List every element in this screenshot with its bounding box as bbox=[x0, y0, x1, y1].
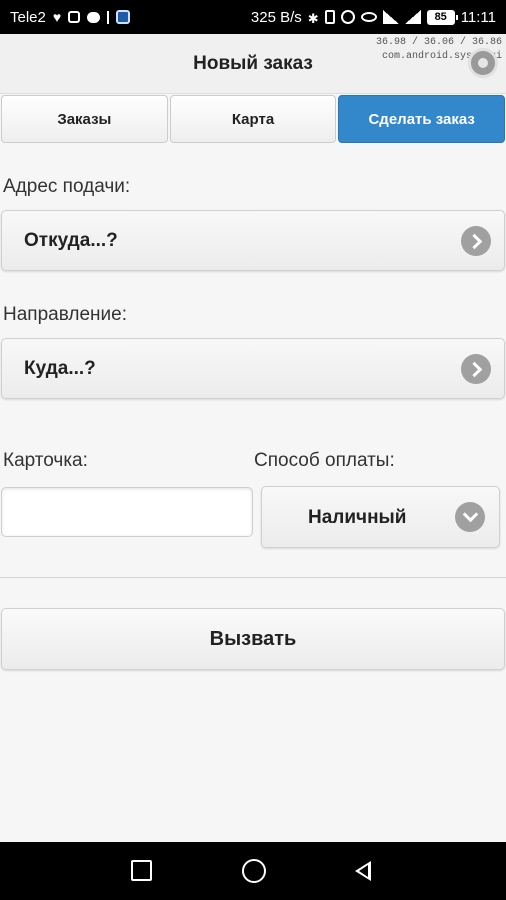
payment-label: Способ оплаты: bbox=[254, 450, 395, 471]
tab-map[interactable]: Карта bbox=[169, 95, 337, 143]
divider bbox=[0, 577, 506, 578]
battery-icon: 85 bbox=[426, 9, 458, 25]
usb-icon bbox=[107, 10, 110, 24]
payment-method-select[interactable]: Наличный bbox=[261, 486, 500, 548]
destination-value: Куда...? bbox=[24, 358, 96, 379]
card-label: Карточка: bbox=[3, 450, 88, 471]
pickup-label: Адрес подачи: bbox=[3, 176, 131, 197]
payment-method-value: Наличный bbox=[308, 507, 407, 528]
vibrate-icon bbox=[324, 10, 335, 24]
status-bar: Tele2 ♥ 325 B/s ✱ 85 11:11 bbox=[0, 0, 506, 34]
alarm-icon bbox=[340, 10, 355, 24]
heart-icon: ♥ bbox=[52, 8, 62, 25]
app-notification-icon bbox=[116, 10, 131, 24]
recent-apps-icon[interactable] bbox=[131, 860, 152, 881]
chevron-down-icon bbox=[455, 502, 485, 532]
card-input[interactable] bbox=[1, 487, 253, 537]
destination-picker[interactable]: Куда...? bbox=[1, 338, 505, 399]
navigation-bar bbox=[0, 842, 506, 900]
call-button[interactable]: Вызвать bbox=[1, 608, 505, 670]
clock: 11:11 bbox=[460, 8, 496, 26]
carrier-label: Tele2 bbox=[10, 8, 46, 26]
pickup-picker[interactable]: Откуда...? bbox=[1, 210, 505, 271]
home-icon[interactable] bbox=[242, 859, 266, 883]
destination-label: Направление: bbox=[3, 304, 127, 325]
net-speed: 325 B/s bbox=[250, 8, 302, 26]
cpu-overlay-line1: 36.98 / 36.06 / 36.86 bbox=[375, 37, 502, 48]
signal-icon bbox=[404, 10, 421, 24]
bluetooth-icon: ✱ bbox=[307, 10, 319, 26]
chevron-right-icon bbox=[461, 226, 491, 256]
eye-comfort-icon bbox=[360, 12, 377, 22]
chevron-right-icon bbox=[461, 354, 491, 384]
tab-bar: Заказы Карта Сделать заказ bbox=[0, 95, 506, 145]
wifi-icon bbox=[382, 10, 399, 24]
phone-icon bbox=[68, 11, 81, 23]
gear-icon[interactable] bbox=[468, 48, 498, 78]
back-icon[interactable] bbox=[355, 861, 371, 881]
title-bar: Новый заказ 36.98 / 36.06 / 36.86 com.an… bbox=[0, 34, 506, 94]
tab-make-order[interactable]: Сделать заказ bbox=[338, 95, 506, 143]
chat-icon bbox=[87, 11, 101, 23]
pickup-value: Откуда...? bbox=[24, 230, 118, 251]
tab-orders[interactable]: Заказы bbox=[1, 95, 168, 143]
